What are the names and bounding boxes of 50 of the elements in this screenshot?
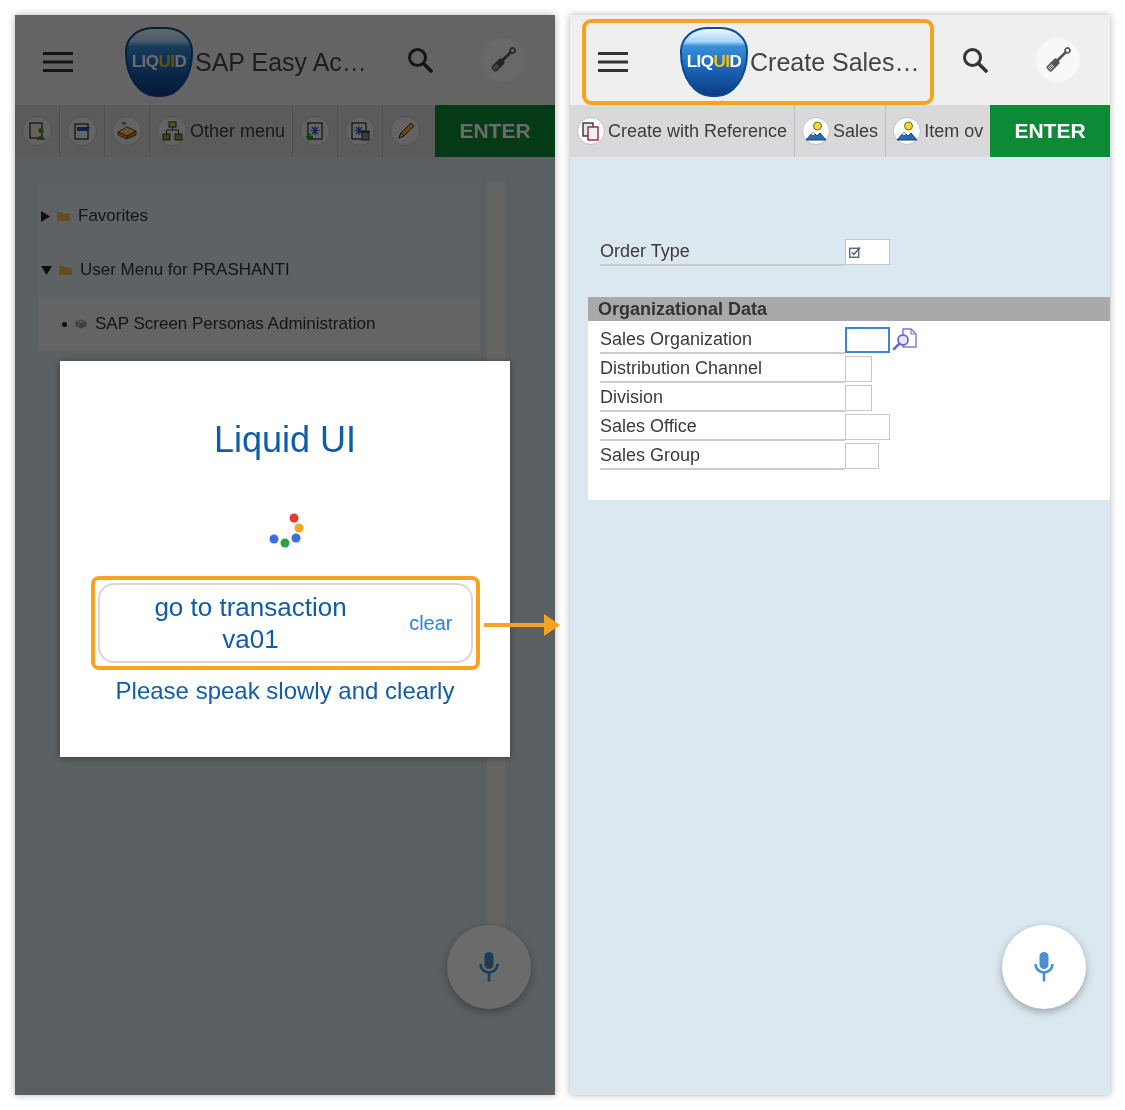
field-label: Sales Organization bbox=[600, 327, 845, 354]
tree-item[interactable]: SAP Screen Personas Administration bbox=[38, 297, 480, 351]
caret-icon[interactable] bbox=[41, 210, 50, 222]
cube-icon bbox=[75, 319, 87, 329]
image-icon bbox=[802, 117, 831, 145]
document-add-icon bbox=[300, 116, 331, 146]
brush-icon[interactable] bbox=[1036, 38, 1080, 82]
tree-item[interactable]: Favorites bbox=[38, 189, 480, 243]
enter-button[interactable]: ENTER bbox=[990, 105, 1110, 157]
folder-icon bbox=[59, 265, 72, 275]
input-field[interactable] bbox=[845, 239, 890, 265]
app-logo: LIQUID bbox=[680, 27, 748, 97]
input-field[interactable] bbox=[845, 414, 890, 440]
pencil-icon bbox=[390, 116, 421, 146]
image-icon bbox=[893, 117, 922, 145]
document-delete-icon bbox=[345, 116, 376, 146]
document-person-icon bbox=[22, 116, 52, 146]
input-field[interactable] bbox=[845, 356, 872, 382]
input-field[interactable] bbox=[845, 385, 872, 411]
app-logo: LIQUID bbox=[125, 27, 193, 97]
search-icon[interactable] bbox=[962, 47, 988, 73]
document-icon bbox=[67, 116, 97, 146]
bullet-icon bbox=[62, 321, 67, 327]
field-label: Order Type bbox=[600, 239, 845, 266]
folder-icon bbox=[57, 211, 70, 221]
screen-title: Create Sales… bbox=[750, 47, 920, 77]
menu-icon[interactable] bbox=[598, 51, 628, 73]
hierarchy-icon bbox=[157, 116, 187, 146]
caret-icon[interactable] bbox=[41, 265, 52, 275]
transcript-field[interactable]: go to transaction va01 clear bbox=[97, 583, 473, 663]
input-field[interactable] bbox=[845, 327, 890, 353]
field-label: Sales Office bbox=[600, 414, 845, 441]
toolbar-button[interactable]: Item ov bbox=[886, 105, 991, 157]
package-icon bbox=[112, 116, 142, 146]
group-header: Organizational Data bbox=[588, 297, 1110, 321]
tree-item[interactable]: User Menu for PRASHANTI bbox=[38, 243, 480, 297]
enter-button[interactable]: ENTER bbox=[435, 105, 555, 157]
clear-button[interactable]: clear bbox=[409, 611, 453, 635]
dialog-title: Liquid UI bbox=[213, 420, 357, 460]
field-label: Distribution Channel bbox=[600, 356, 845, 383]
field-label: Sales Group bbox=[600, 443, 845, 470]
documents-icon bbox=[577, 117, 605, 145]
field-label: Division bbox=[600, 385, 845, 412]
microphone-icon bbox=[478, 951, 500, 983]
document-search-icon[interactable] bbox=[892, 327, 918, 351]
hint-text: Please speak slowly and clearly bbox=[115, 676, 455, 706]
microphone-icon bbox=[1033, 951, 1055, 983]
screen-title: SAP Easy Ac… bbox=[195, 47, 367, 77]
transcript-text: go to transaction va01 bbox=[153, 591, 348, 655]
input-field[interactable] bbox=[845, 443, 879, 469]
